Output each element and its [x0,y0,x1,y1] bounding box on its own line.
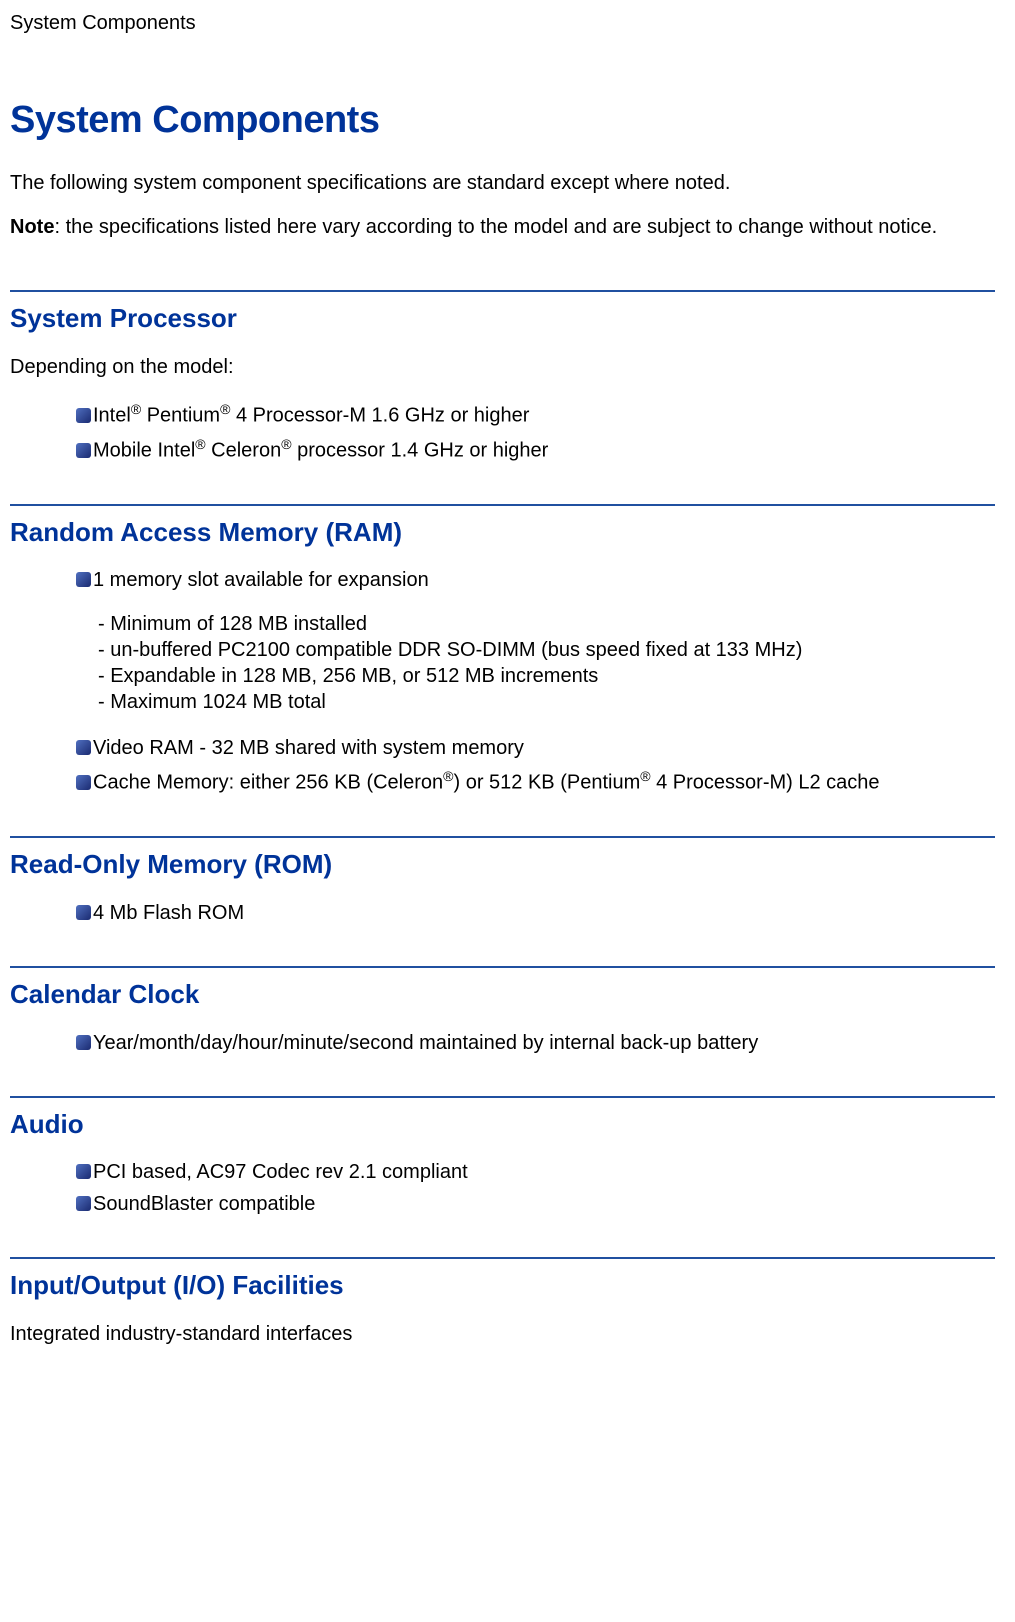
registered-mark: ® [220,401,230,417]
bullet-icon [76,1035,91,1050]
io-intro: Integrated industry-standard interfaces [10,1321,995,1347]
processor-list: Intel® Pentium® 4 Processor-M 1.6 GHz or… [58,400,995,463]
note-body: : the specifications listed here vary ac… [54,216,937,238]
item-text: 4 Processor-M) L2 cache [651,772,880,794]
item-text: 4 Mb Flash ROM [93,902,244,924]
registered-mark: ® [281,436,291,452]
intro-text: The following system component specifica… [10,170,995,196]
section-heading-audio: Audio [10,1108,995,1142]
note-label: Note [10,216,54,238]
processor-intro: Depending on the model: [10,354,995,380]
item-text: Video RAM - 32 MB shared with system mem… [93,737,524,759]
item-text: Cache Memory: either 256 KB (Celeron [93,772,443,794]
section-rule [10,1096,995,1098]
item-text: Celeron [206,440,282,462]
section-audio: Audio PCI based, AC97 Codec rev 2.1 comp… [10,1096,995,1218]
sublist-item: - Maximum 1024 MB total [98,689,995,715]
section-heading-clock: Calendar Clock [10,978,995,1012]
item-text: 4 Processor-M 1.6 GHz or higher [230,405,529,427]
list-item: SoundBlaster compatible [58,1191,995,1217]
list-item: Video RAM - 32 MB shared with system mem… [58,735,995,761]
item-text: Pentium [141,405,220,427]
list-item: 1 memory slot available for expansion - … [58,567,995,715]
section-heading-rom: Read-Only Memory (ROM) [10,848,995,882]
rom-list: 4 Mb Flash ROM [58,900,995,926]
registered-mark: ® [131,401,141,417]
list-item: Year/month/day/hour/minute/second mainta… [58,1030,995,1056]
bullet-icon [76,572,91,587]
page-header: System Components [10,10,995,36]
section-rule [10,504,995,506]
main-title: System Components [10,96,995,145]
item-text: SoundBlaster compatible [93,1193,315,1215]
bullet-icon [76,905,91,920]
list-item: Intel® Pentium® 4 Processor-M 1.6 GHz or… [58,400,995,429]
section-rule [10,966,995,968]
clock-list: Year/month/day/hour/minute/second mainta… [58,1030,995,1056]
list-item: Cache Memory: either 256 KB (Celeron®) o… [58,767,995,796]
bullet-icon [76,740,91,755]
registered-mark: ® [443,768,453,784]
ram-sublist: - Minimum of 128 MB installed - un-buffe… [98,611,995,715]
sublist-item: - Expandable in 128 MB, 256 MB, or 512 M… [98,663,995,689]
list-item: 4 Mb Flash ROM [58,900,995,926]
section-clock: Calendar Clock Year/month/day/hour/minut… [10,966,995,1056]
item-text: 1 memory slot available for expansion [93,569,429,591]
item-text: PCI based, AC97 Codec rev 2.1 compliant [93,1161,468,1183]
registered-mark: ® [195,436,205,452]
section-rule [10,1257,995,1259]
note-text: Note: the specifications listed here var… [10,214,995,240]
bullet-icon [76,408,91,423]
ram-list: 1 memory slot available for expansion - … [58,567,995,796]
item-text: ) or 512 KB (Pentium [453,772,640,794]
section-ram: Random Access Memory (RAM) 1 memory slot… [10,504,995,796]
sublist-item: - un-buffered PC2100 compatible DDR SO-D… [98,637,995,663]
audio-list: PCI based, AC97 Codec rev 2.1 compliant … [58,1159,995,1217]
section-heading-ram: Random Access Memory (RAM) [10,516,995,550]
item-text: processor 1.4 GHz or higher [292,440,549,462]
section-rule [10,836,995,838]
section-rom: Read-Only Memory (ROM) 4 Mb Flash ROM [10,836,995,926]
item-text: Mobile Intel [93,440,195,462]
section-io: Input/Output (I/O) Facilities Integrated… [10,1257,995,1347]
bullet-icon [76,1196,91,1211]
list-item: PCI based, AC97 Codec rev 2.1 compliant [58,1159,995,1185]
bullet-icon [76,443,91,458]
section-heading-io: Input/Output (I/O) Facilities [10,1269,995,1303]
section-processor: System Processor Depending on the model:… [10,290,995,463]
list-item: Mobile Intel® Celeron® processor 1.4 GHz… [58,435,995,464]
section-rule [10,290,995,292]
item-text: Year/month/day/hour/minute/second mainta… [93,1032,758,1054]
registered-mark: ® [640,768,650,784]
bullet-icon [76,1164,91,1179]
sublist-item: - Minimum of 128 MB installed [98,611,995,637]
item-text: Intel [93,405,131,427]
section-heading-processor: System Processor [10,302,995,336]
bullet-icon [76,775,91,790]
